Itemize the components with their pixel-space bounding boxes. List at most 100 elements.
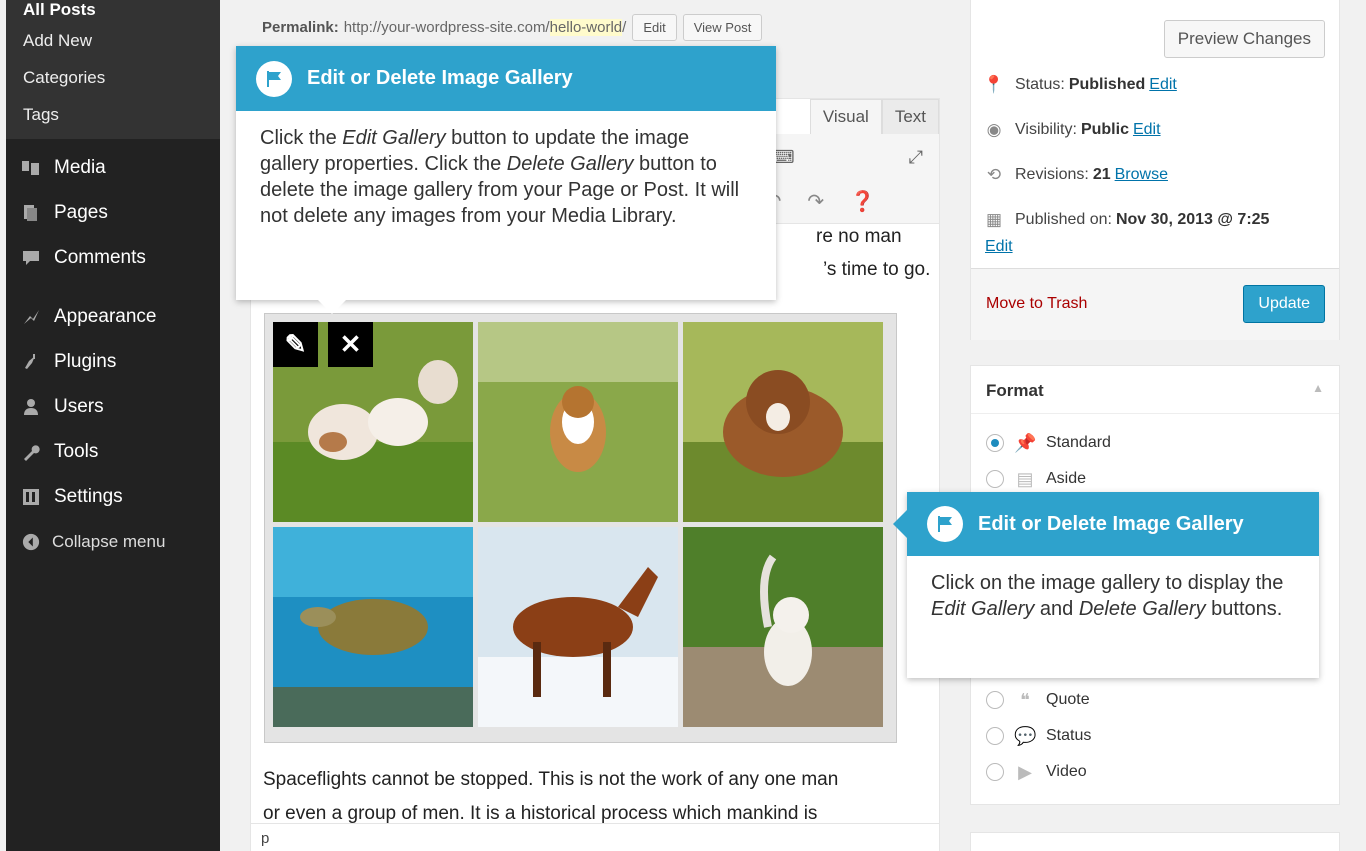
revisions-browse-link[interactable]: Browse [1115, 166, 1168, 184]
fullscreen-icon[interactable]: ⤢ [909, 147, 923, 168]
gallery-image-beagle[interactable] [478, 322, 678, 522]
menu-item-media[interactable]: Media [6, 145, 220, 190]
video-icon: ▶ [1018, 761, 1032, 782]
pointer-tooltip-top: Edit or Delete Image Gallery Click the E… [236, 46, 776, 314]
format-option-quote[interactable]: ❝ Quote [986, 682, 1091, 718]
pointer-tooltip-right: Edit or Delete Image Gallery Click on th… [893, 492, 1319, 678]
format-label-aside: Aside [1046, 470, 1087, 487]
menu-label-settings: Settings [54, 485, 123, 507]
submenu-all-posts[interactable]: All Posts [6, 1, 220, 22]
radio-aside[interactable] [986, 470, 1004, 488]
menu-item-settings[interactable]: Settings [6, 474, 220, 519]
published-edit-link[interactable]: Edit [985, 238, 1013, 256]
submenu-add-new[interactable]: Add New [6, 22, 220, 59]
revisions-value: 21 [1092, 166, 1111, 183]
pointer-top-text-4: Delete Gallery [506, 153, 634, 175]
status-bubble-icon: 💬 [1014, 725, 1037, 746]
revisions-row: ⟲ Revisions: 21 Browse [983, 165, 1168, 185]
flag-icon [927, 506, 963, 542]
publish-actions: Move to Trash Update [971, 268, 1339, 340]
pointer-right-text-4: Delete Gallery [1078, 598, 1206, 620]
pointer-top-title: Edit or Delete Image Gallery [307, 67, 573, 89]
help-icon[interactable]: ❓ [850, 189, 875, 214]
status-value: Published [1068, 76, 1146, 93]
pointer-top-text-2: Edit Gallery [342, 127, 446, 149]
status-edit-link[interactable]: Edit [1149, 76, 1177, 94]
radio-status[interactable] [986, 727, 1004, 745]
admin-menu: All Posts Add New Categories Tags Media … [6, 0, 220, 851]
users-icon [18, 394, 44, 420]
published-label: Published on: [1015, 211, 1112, 228]
gallery-image-horse[interactable] [478, 527, 678, 727]
preview-changes-button[interactable]: Preview Changes [1163, 20, 1325, 58]
permalink-slug[interactable]: hello-world [549, 19, 623, 36]
visibility-value: Public [1080, 121, 1129, 138]
menu-label-appearance: Appearance [54, 305, 157, 327]
menu-item-tools[interactable]: Tools [6, 429, 220, 474]
menu-label-plugins: Plugins [54, 350, 117, 372]
body-text-line-2: ’s time to go. [823, 259, 931, 280]
visibility-label: Visibility: [1015, 121, 1077, 138]
gallery-image-cat[interactable] [683, 527, 883, 727]
revisions-label: Revisions: [1015, 166, 1089, 183]
visibility-edit-link[interactable]: Edit [1133, 121, 1161, 139]
visibility-row: ◉ Visibility: Public Edit [983, 120, 1161, 140]
menu-item-users[interactable]: Users [6, 384, 220, 429]
menu-item-plugins[interactable]: Plugins [6, 339, 220, 384]
format-label-standard: Standard [1046, 434, 1111, 451]
radio-video[interactable] [986, 763, 1004, 781]
delete-gallery-button[interactable]: ✕ [328, 322, 373, 367]
pointer-right-text-5: buttons. [1205, 598, 1283, 620]
gallery-image-turtle[interactable] [273, 527, 473, 727]
redo-icon[interactable]: ↷ [807, 189, 824, 214]
move-to-trash-link[interactable]: Move to Trash [986, 295, 1087, 313]
permalink-base: http://your-wordpress-site.com/ [343, 19, 550, 36]
image-gallery[interactable]: ✎ ✕ [264, 313, 897, 743]
view-post-button[interactable]: View Post [682, 14, 763, 41]
radio-quote[interactable] [986, 691, 1004, 709]
format-option-status[interactable]: 💬 Status [986, 718, 1091, 754]
gallery-image-boxer[interactable] [683, 322, 883, 522]
body-text-para2-line1: Spaceflights cannot be stopped. This is … [263, 769, 839, 790]
clock-icon: ⟲ [986, 165, 1002, 184]
toolbar-row-2: ↶ ↷ ❓ [765, 189, 875, 214]
format-title: Format [986, 381, 1044, 400]
edit-gallery-button[interactable]: ✎ [273, 322, 318, 367]
menu-label-pages: Pages [54, 201, 108, 223]
settings-icon [18, 484, 44, 510]
format-options-bottom: ❝ Quote 💬 Status ▶ Video [986, 682, 1091, 790]
appearance-icon [18, 304, 44, 330]
submenu-categories[interactable]: Categories [6, 59, 220, 96]
aside-icon: ▤ [1016, 468, 1034, 489]
menu-item-comments[interactable]: Comments [6, 235, 220, 280]
collapse-menu-button[interactable]: Collapse menu [6, 519, 220, 564]
plugins-icon [18, 349, 44, 375]
status-row: 📍 Status: Published Edit [983, 75, 1177, 95]
collapse-arrow-icon [18, 533, 44, 551]
format-option-video[interactable]: ▶ Video [986, 754, 1091, 790]
menu-item-appearance[interactable]: Appearance [6, 294, 220, 339]
pointer-top-header: Edit or Delete Image Gallery [236, 46, 776, 111]
collapse-arrow-up-icon[interactable]: ▲ [1312, 381, 1324, 398]
update-button[interactable]: Update [1243, 285, 1325, 323]
pointer-right-title: Edit or Delete Image Gallery [978, 512, 1244, 535]
permalink-edit-button[interactable]: Edit [632, 14, 677, 41]
tab-text[interactable]: Text [881, 99, 939, 134]
pointer-right-arrow [893, 510, 907, 538]
pages-icon [18, 200, 44, 226]
tab-visual[interactable]: Visual [809, 99, 882, 134]
format-label-video: Video [1046, 763, 1087, 780]
pin-icon: 📍 [983, 75, 1005, 94]
radio-standard[interactable] [986, 434, 1004, 452]
pointer-right-header: Edit or Delete Image Gallery [907, 492, 1319, 556]
gallery-image-bulldogs[interactable]: ✎ ✕ [273, 322, 473, 522]
pointer-top-text-1: Click the [260, 127, 343, 149]
media-icon [18, 155, 44, 181]
format-header[interactable]: Format ▲ [971, 366, 1339, 414]
format-option-standard[interactable]: 📌 Standard [986, 425, 1111, 461]
submenu-tags[interactable]: Tags [6, 96, 220, 133]
next-metabox [970, 832, 1340, 851]
permalink-slash: / [622, 19, 627, 36]
editor-path: p [251, 823, 939, 851]
menu-item-pages[interactable]: Pages [6, 190, 220, 235]
